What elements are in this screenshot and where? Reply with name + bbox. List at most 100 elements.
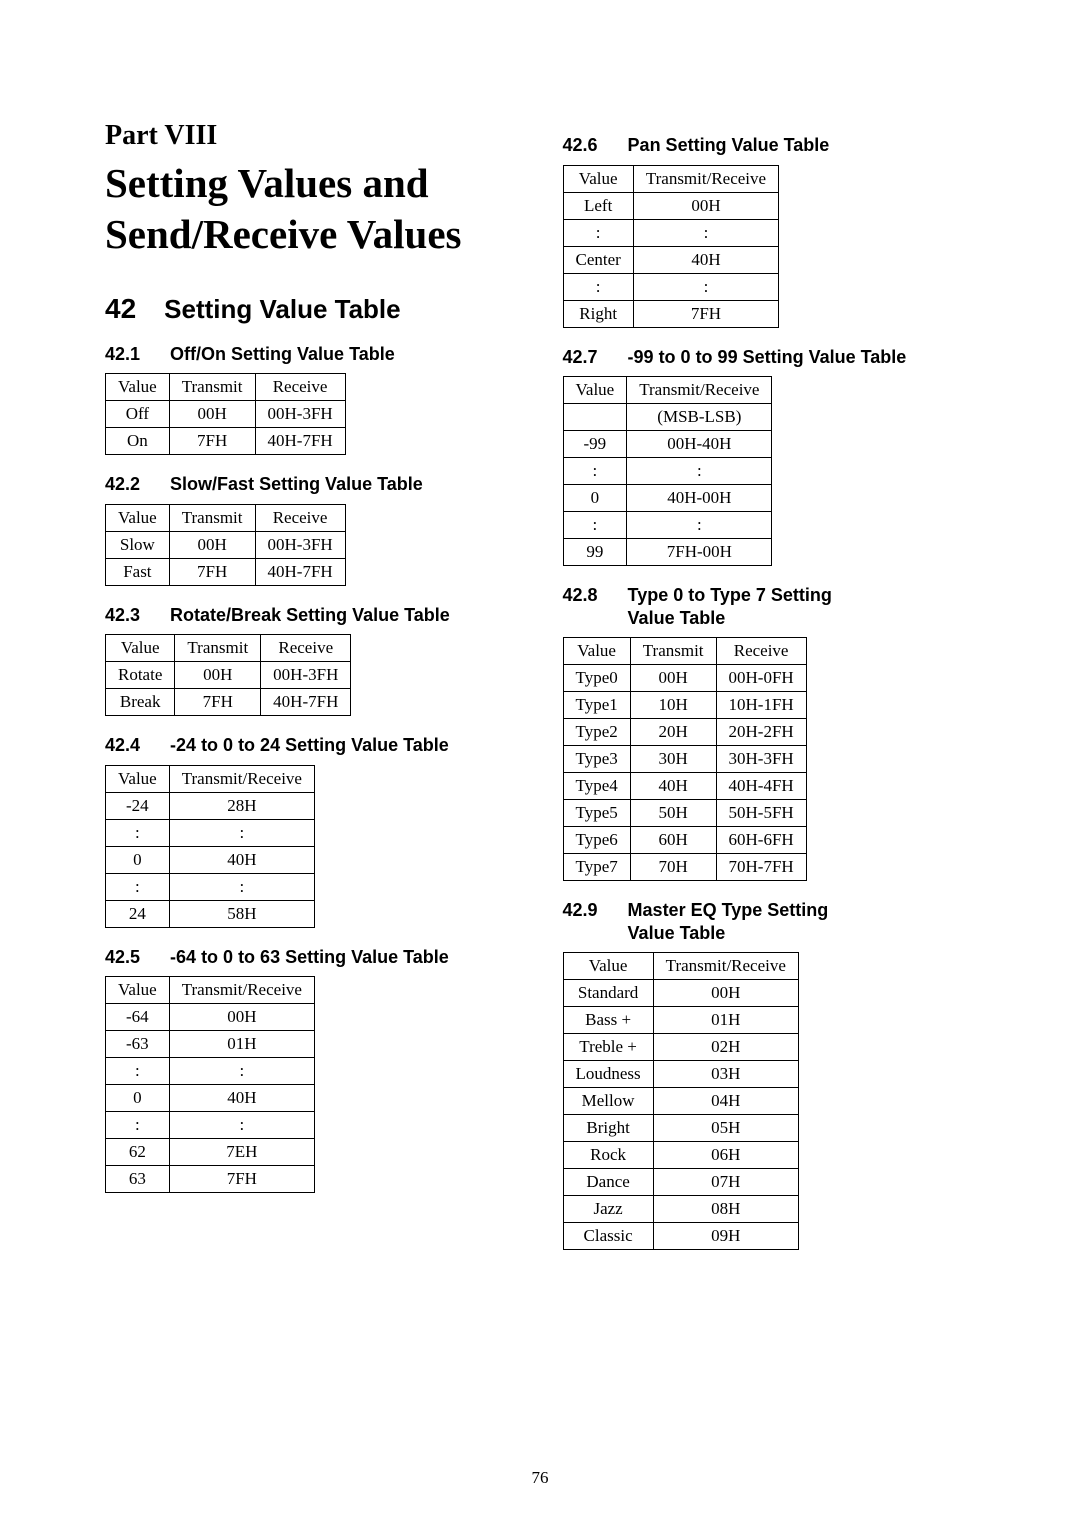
table-cell: 0 bbox=[563, 485, 627, 512]
table-cell: : bbox=[106, 819, 170, 846]
table-cell: 00H-3FH bbox=[261, 662, 351, 689]
table-42-6: ValueTransmit/ReceiveLeft00H::Center40H:… bbox=[563, 165, 780, 328]
table-cell: 40H bbox=[169, 1085, 314, 1112]
table-cell: 58H bbox=[169, 900, 314, 927]
table-42-2: ValueTransmitReceiveSlow00H00H-3FHFast7F… bbox=[105, 504, 346, 586]
table-row: Bass +01H bbox=[563, 1007, 798, 1034]
subsection-42-9-heading: 42.9 Master EQ Type Setting Value Table bbox=[563, 899, 976, 944]
table-row: :: bbox=[563, 458, 772, 485]
table-cell: 50H bbox=[630, 800, 716, 827]
subsection-title: -99 to 0 to 99 Setting Value Table bbox=[628, 346, 907, 369]
subsection-number: 42.8 bbox=[563, 585, 598, 606]
table-row: Type440H40H-4FH bbox=[563, 773, 806, 800]
table-cell: 40H-7FH bbox=[255, 558, 345, 585]
table-cell: 60H bbox=[630, 827, 716, 854]
table-42-1: ValueTransmitReceiveOff00H00H-3FHOn7FH40… bbox=[105, 373, 346, 455]
table-cell: : bbox=[627, 512, 772, 539]
subsection-number: 42.4 bbox=[105, 735, 140, 756]
table-cell: 28H bbox=[169, 792, 314, 819]
table-cell: 7FH bbox=[169, 428, 255, 455]
table-header-cell: Transmit/Receive bbox=[169, 977, 314, 1004]
table-row: Mellow04H bbox=[563, 1088, 798, 1115]
table-cell: : bbox=[633, 273, 778, 300]
subsection-title: -64 to 0 to 63 Setting Value Table bbox=[170, 946, 449, 969]
table-row: Standard00H bbox=[563, 980, 798, 1007]
table-row: :: bbox=[106, 1112, 315, 1139]
table-row: Right7FH bbox=[563, 300, 779, 327]
table-row: Break7FH40H-7FH bbox=[106, 689, 351, 716]
table-row: Type330H30H-3FH bbox=[563, 746, 806, 773]
table-cell: 40H-7FH bbox=[261, 689, 351, 716]
table-cell: : bbox=[563, 458, 627, 485]
section-title: Setting Value Table bbox=[164, 294, 400, 325]
table-header-cell: Transmit/Receive bbox=[633, 165, 778, 192]
subsection-42-5-heading: 42.5 -64 to 0 to 63 Setting Value Table bbox=[105, 946, 518, 969]
table-42-9: ValueTransmit/ReceiveStandard00HBass +01… bbox=[563, 952, 799, 1250]
subsection-title: Type 0 to Type 7 Setting Value Table bbox=[628, 584, 832, 629]
table-cell: Treble + bbox=[563, 1034, 653, 1061]
subsection-title-line1: Type 0 to Type 7 Setting bbox=[628, 585, 832, 605]
table-row: Type110H10H-1FH bbox=[563, 692, 806, 719]
table-row: Type770H70H-7FH bbox=[563, 854, 806, 881]
table-row: Classic09H bbox=[563, 1223, 798, 1250]
table-cell: 01H bbox=[653, 1007, 798, 1034]
table-cell: -64 bbox=[106, 1004, 170, 1031]
table-42-7: ValueTransmit/Receive(MSB-LSB)-9900H-40H… bbox=[563, 376, 773, 566]
subsection-title: Rotate/Break Setting Value Table bbox=[170, 604, 450, 627]
subsection-42-8-heading: 42.8 Type 0 to Type 7 Setting Value Tabl… bbox=[563, 584, 976, 629]
table-cell: 40H bbox=[169, 846, 314, 873]
table-header-cell: Value bbox=[563, 638, 630, 665]
table-header-cell: Receive bbox=[255, 374, 345, 401]
subsection-number: 42.9 bbox=[563, 900, 598, 921]
table-row: 040H-00H bbox=[563, 485, 772, 512]
table-cell: Classic bbox=[563, 1223, 653, 1250]
subsection-title-line2: Value Table bbox=[628, 923, 726, 943]
table-row: Jazz08H bbox=[563, 1196, 798, 1223]
table-header-cell: Value bbox=[563, 953, 653, 980]
table-cell: 05H bbox=[653, 1115, 798, 1142]
table-cell: 09H bbox=[653, 1223, 798, 1250]
table-cell: Dance bbox=[563, 1169, 653, 1196]
table-cell: Type6 bbox=[563, 827, 630, 854]
table-header-cell: Value bbox=[563, 165, 633, 192]
table-cell: Left bbox=[563, 192, 633, 219]
table-row: Treble +02H bbox=[563, 1034, 798, 1061]
table-cell: On bbox=[106, 428, 170, 455]
table-cell: 40H bbox=[630, 773, 716, 800]
table-cell: -63 bbox=[106, 1031, 170, 1058]
subsection-title-line1: Master EQ Type Setting bbox=[628, 900, 829, 920]
table-row: Off00H00H-3FH bbox=[106, 401, 346, 428]
subsection-42-3-heading: 42.3 Rotate/Break Setting Value Table bbox=[105, 604, 518, 627]
subsection-42-6-heading: 42.6 Pan Setting Value Table bbox=[563, 134, 976, 157]
table-row: :: bbox=[106, 819, 315, 846]
table-cell: : bbox=[169, 1058, 314, 1085]
table-row: :: bbox=[563, 512, 772, 539]
table-42-5: ValueTransmit/Receive-6400H-6301H::040H:… bbox=[105, 976, 315, 1193]
section-heading: 42 Setting Value Table bbox=[105, 293, 518, 325]
table-42-3: ValueTransmitReceiveRotate00H00H-3FHBrea… bbox=[105, 634, 351, 716]
table-cell: Type1 bbox=[563, 692, 630, 719]
table-row: Rock06H bbox=[563, 1142, 798, 1169]
table-row: Slow00H00H-3FH bbox=[106, 531, 346, 558]
subsection-title: Off/On Setting Value Table bbox=[170, 343, 395, 366]
table-cell: Fast bbox=[106, 558, 170, 585]
table-cell: Jazz bbox=[563, 1196, 653, 1223]
table-cell: 7FH-00H bbox=[627, 539, 772, 566]
table-cell: 99 bbox=[563, 539, 627, 566]
table-cell: 40H-00H bbox=[627, 485, 772, 512]
table-header-cell: Transmit bbox=[169, 374, 255, 401]
table-cell: : bbox=[106, 1058, 170, 1085]
table-cell: 7EH bbox=[169, 1139, 314, 1166]
subsection-title: -24 to 0 to 24 Setting Value Table bbox=[170, 734, 449, 757]
table-cell: Type4 bbox=[563, 773, 630, 800]
table-cell: : bbox=[106, 1112, 170, 1139]
table-header-cell: Value bbox=[106, 374, 170, 401]
table-cell: 00H bbox=[169, 1004, 314, 1031]
part-label: Part VIII bbox=[105, 120, 518, 152]
table-cell: Right bbox=[563, 300, 633, 327]
table-header-cell: Transmit bbox=[175, 635, 261, 662]
table-cell: : bbox=[563, 273, 633, 300]
table-cell: : bbox=[563, 512, 627, 539]
table-cell: -24 bbox=[106, 792, 170, 819]
table-row: 637FH bbox=[106, 1166, 315, 1193]
